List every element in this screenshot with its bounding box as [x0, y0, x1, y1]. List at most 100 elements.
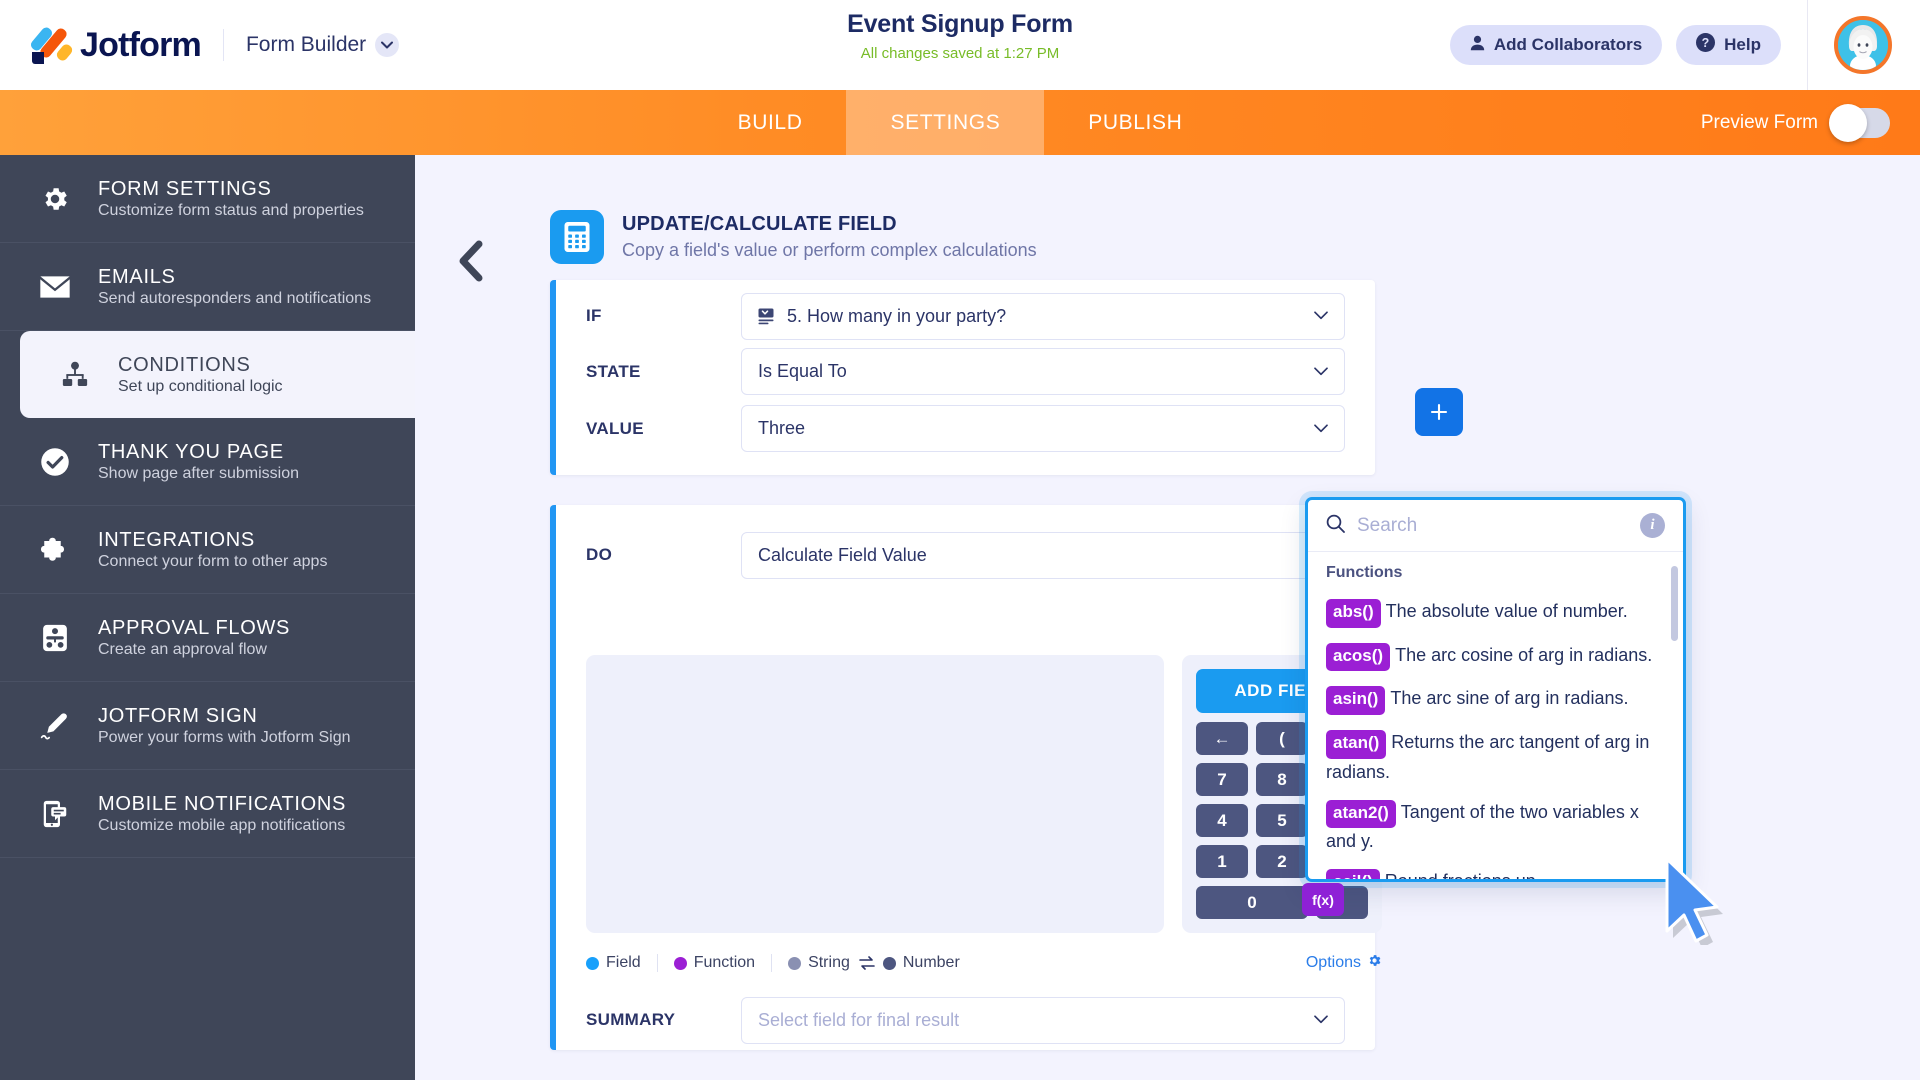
formula-canvas[interactable] [586, 655, 1164, 933]
main-content: UPDATE/CALCULATE FIELD Copy a field's va… [415, 155, 1920, 1080]
key-open-paren[interactable]: ( [1256, 722, 1308, 755]
key-5[interactable]: 5 [1256, 804, 1308, 837]
key-7[interactable]: 7 [1196, 763, 1248, 796]
avatar[interactable] [1834, 16, 1892, 74]
gear-icon [34, 184, 76, 214]
key-0[interactable]: 0 [1196, 886, 1308, 919]
summary-row-wrap: SUMMARY Select field for final result [556, 990, 1375, 1050]
tab-build[interactable]: BUILD [694, 90, 847, 155]
summary-value: Select field for final result [758, 1009, 960, 1030]
sidebar-item-integrations[interactable]: INTEGRATIONS Connect your form to other … [0, 506, 415, 594]
scrollbar-thumb[interactable] [1671, 566, 1678, 641]
swap-icon[interactable] [859, 956, 875, 970]
key-2[interactable]: 2 [1256, 845, 1308, 878]
tab-publish[interactable]: PUBLISH [1044, 90, 1226, 155]
function-search-input[interactable] [1357, 514, 1628, 537]
if-field-select[interactable]: 5. How many in your party? [741, 292, 1345, 340]
app-root: Jotform Form Builder Event Signup Form A… [0, 0, 1920, 1080]
chevron-down-icon [1314, 1011, 1328, 1029]
sidebar-item-subtitle: Customize mobile app notifications [98, 817, 346, 834]
value-label: VALUE [586, 418, 644, 438]
if-row: IF 5. How many in your party? [556, 280, 1375, 343]
legend-dot-number [882, 956, 896, 970]
form-builder-menu[interactable]: Form Builder [245, 33, 400, 57]
list-item[interactable]: asin() The arc sine of arg in radians. [1308, 678, 1683, 722]
function-section-heading: Functions [1326, 564, 1403, 581]
chevron-down-icon [1314, 307, 1328, 325]
panel-header: UPDATE/CALCULATE FIELD Copy a field's va… [550, 210, 1037, 264]
legend-label-string: String [808, 954, 850, 971]
key-function[interactable]: f(x) [1302, 883, 1344, 916]
settings-sidebar: FORM SETTINGS Customize form status and … [0, 155, 415, 1080]
options-button[interactable]: Options [1306, 953, 1382, 973]
header-actions: Add Collaborators ? Help [1449, 0, 1920, 90]
dropdown-scrollbar[interactable] [1671, 566, 1678, 876]
calculator-icon [550, 210, 604, 264]
sidebar-item-form-settings[interactable]: FORM SETTINGS Customize form status and … [0, 155, 415, 243]
pen-icon [34, 710, 76, 742]
do-select[interactable]: Calculate Field Value [741, 531, 1345, 579]
legend-label-number: Number [902, 954, 960, 971]
sitemap-icon [54, 361, 96, 389]
legend-separator [656, 954, 658, 972]
sidebar-item-conditions[interactable]: CONDITIONS Set up conditional logic [20, 331, 415, 418]
sidebar-item-subtitle: Set up conditional logic [118, 378, 283, 395]
search-icon [1326, 514, 1345, 538]
state-label: STATE [586, 361, 641, 381]
dropdown-field-icon [758, 308, 777, 325]
legend-dot-field [586, 956, 599, 970]
function-name-tag: abs() [1326, 599, 1381, 628]
if-label: IF [586, 306, 602, 325]
info-icon[interactable]: i [1640, 513, 1665, 538]
preview-form-control: Preview Form [1701, 90, 1890, 155]
key-1[interactable]: 1 [1196, 845, 1248, 878]
function-search-bar: i [1308, 500, 1683, 552]
summary-select[interactable]: Select field for final result [741, 996, 1345, 1044]
list-item[interactable]: acos() The arc cosine of arg in radians. [1308, 635, 1683, 679]
add-collaborators-button[interactable]: Add Collaborators [1449, 25, 1663, 65]
state-select[interactable]: Is Equal To [741, 348, 1345, 395]
chevron-down-icon[interactable] [375, 33, 400, 57]
preview-form-toggle[interactable] [1829, 103, 1890, 142]
sidebar-item-jotform-sign[interactable]: JOTFORM SIGN Power your forms with Jotfo… [0, 682, 415, 770]
sidebar-item-title: INTEGRATIONS [98, 529, 255, 551]
sidebar-item-title: APPROVAL FLOWS [98, 617, 291, 639]
add-condition-button[interactable] [1415, 388, 1463, 436]
condition-if-card: IF 5. How many in your party? STATE Is E… [550, 280, 1375, 475]
tab-settings[interactable]: SETTINGS [846, 90, 1045, 155]
options-label: Options [1305, 954, 1361, 971]
sidebar-item-mobile-notifications[interactable]: MOBILE NOTIFICATIONS Customize mobile ap… [0, 770, 415, 858]
function-name-tag: atan2() [1326, 799, 1396, 829]
jotform-logo[interactable]: Jotform [28, 23, 202, 67]
sidebar-item-emails[interactable]: EMAILS Send autoresponders and notificat… [0, 243, 415, 331]
key-4[interactable]: 4 [1196, 804, 1248, 837]
sidebar-item-subtitle: Send autoresponders and notifications [98, 290, 372, 307]
function-search-dropdown: i Functions abs()The absolute value of n… [1305, 497, 1686, 882]
key-8[interactable]: 8 [1256, 763, 1308, 796]
sidebar-item-title: MOBILE NOTIFICATIONS [98, 793, 347, 815]
legend-label-field: Field [606, 954, 641, 971]
question-mark-icon: ? [1696, 33, 1716, 57]
key-backspace[interactable]: ← [1196, 722, 1248, 755]
gear-icon [1367, 953, 1382, 973]
help-button[interactable]: ? Help [1676, 25, 1781, 65]
sidebar-item-subtitle: Show page after submission [98, 465, 299, 482]
list-item[interactable]: atan2() Tangent of the two variables x an… [1308, 792, 1683, 862]
collapse-panel-button[interactable] [455, 240, 485, 287]
sidebar-item-approval-flows[interactable]: APPROVAL FLOWS Create an approval flow [0, 594, 415, 682]
list-item[interactable]: ceil() Round fractions up. [1308, 861, 1683, 879]
header-divider [222, 29, 224, 61]
sidebar-item-thank-you-page[interactable]: THANK YOU PAGE Show page after submissio… [0, 418, 415, 506]
sidebar-item-title: JOTFORM SIGN [98, 705, 258, 727]
list-item[interactable]: atan() Returns the arc tangent of arg in … [1308, 722, 1683, 792]
function-name-tag: asin() [1326, 686, 1386, 715]
sidebar-item-subtitle: Power your forms with Jotform Sign [98, 729, 351, 746]
function-list[interactable]: Functions abs() The absolute value of num… [1308, 552, 1683, 879]
value-select[interactable]: Three [741, 405, 1345, 452]
legend-dot-string [788, 956, 802, 970]
list-item[interactable]: abs() The absolute value of number. [1308, 591, 1683, 635]
if-field-value: 5. How many in your party? [787, 305, 1007, 326]
legend-item-function: Function [673, 954, 755, 972]
function-description: The arc cosine of arg in radians. [1395, 644, 1653, 665]
form-builder-label: Form Builder [245, 33, 367, 56]
